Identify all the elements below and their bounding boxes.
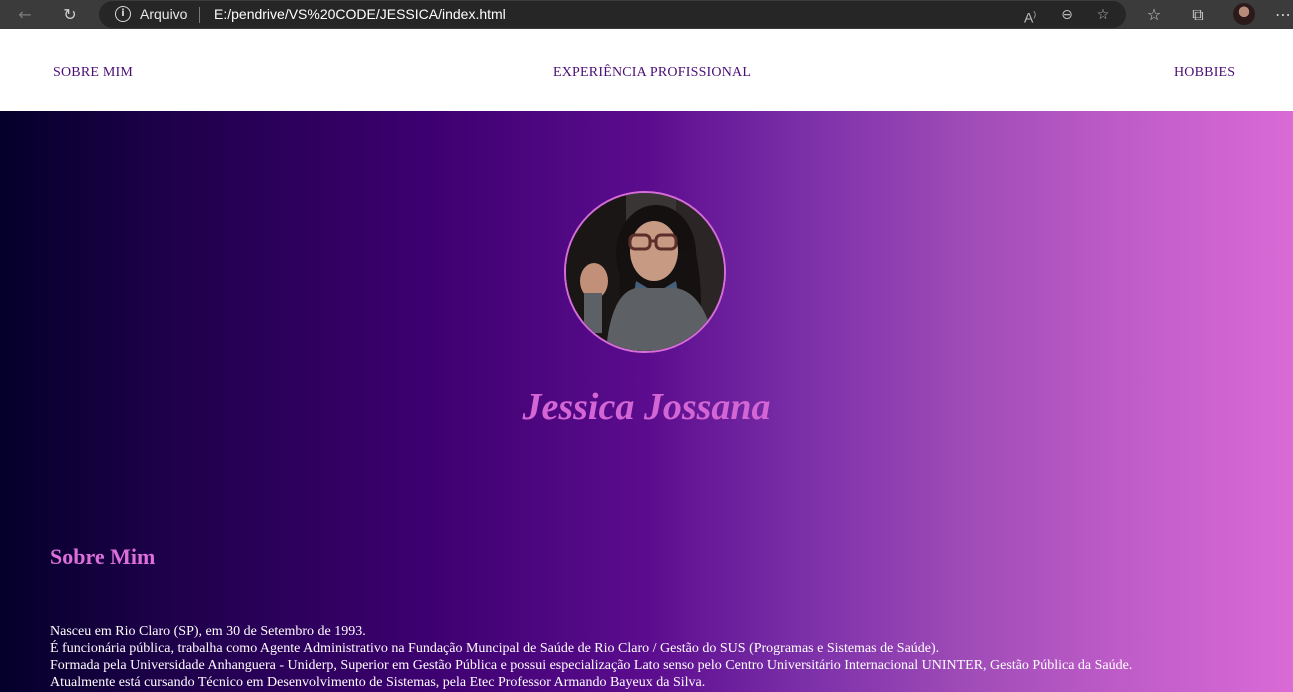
about-line: Formada pela Universidade Anhanguera - U… <box>50 658 1133 673</box>
collections-icon[interactable]: ⧉ <box>1187 4 1209 26</box>
zoom-out-icon[interactable]: ⊖ <box>1056 4 1078 26</box>
address-bar[interactable]: i Arquivo E:/pendrive/VS%20CODE/JESSICA/… <box>99 1 1126 28</box>
site-nav: SOBRE MIM EXPERIÊNCIA PROFISSIONAL HOBBI… <box>0 29 1293 111</box>
nav-link-sobre-mim[interactable]: SOBRE MIM <box>53 65 133 81</box>
hero-section: Jessica Jossana Sobre Mim Nasceu em Rio … <box>0 111 1293 692</box>
profile-photo <box>564 191 726 353</box>
section-title-sobre-mim: Sobre Mim <box>50 544 156 569</box>
profile-avatar[interactable] <box>1233 3 1255 25</box>
about-text: Nasceu em Rio Claro (SP), em 30 de Setem… <box>50 623 1280 691</box>
about-line: Atualmente está cursando Técnico em Dese… <box>50 675 706 690</box>
nav-link-hobbies[interactable]: HOBBIES <box>1174 65 1235 81</box>
refresh-icon[interactable]: ↻ <box>59 4 81 26</box>
back-icon[interactable]: ← <box>14 4 36 26</box>
info-icon[interactable]: i <box>115 6 131 22</box>
add-favorite-icon[interactable]: ☆ <box>1092 4 1114 26</box>
address-url[interactable]: E:/pendrive/VS%20CODE/JESSICA/index.html <box>214 6 506 22</box>
address-separator <box>199 7 200 23</box>
more-icon[interactable]: ⋯ <box>1274 4 1292 26</box>
browser-toolbar: ← ↻ i Arquivo E:/pendrive/VS%20CODE/JESS… <box>0 0 1293 29</box>
address-label: Arquivo <box>140 6 188 22</box>
nav-link-experiencia-profissional[interactable]: EXPERIÊNCIA PROFISSIONAL <box>553 65 751 81</box>
profile-name: Jessica Jossana <box>522 386 771 428</box>
favorites-icon[interactable]: ☆ <box>1143 4 1165 26</box>
about-line: Nasceu em Rio Claro (SP), em 30 de Setem… <box>50 624 366 639</box>
about-line: É funcionária pública, trabalha como Age… <box>50 641 940 656</box>
read-aloud-icon[interactable]: A) <box>1019 4 1041 26</box>
